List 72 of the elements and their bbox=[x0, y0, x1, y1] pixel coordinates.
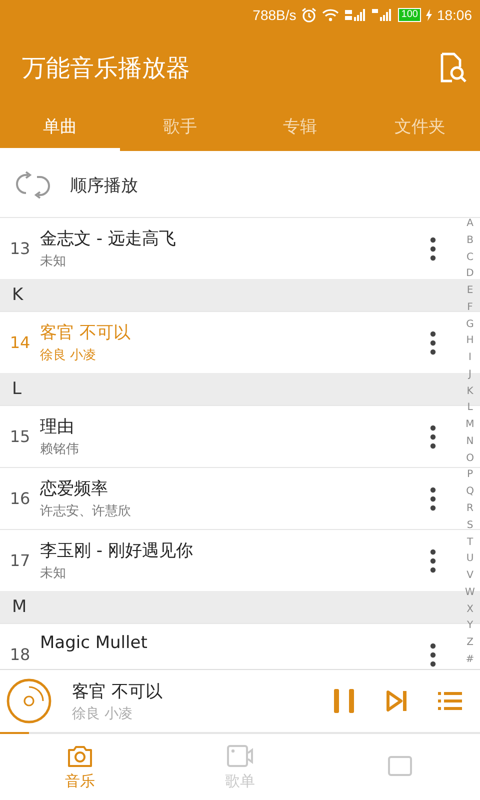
index-letter[interactable]: C bbox=[466, 250, 474, 265]
song-artist: 徐良 小凌 bbox=[40, 347, 98, 364]
clock: 18:06 bbox=[436, 7, 472, 23]
index-letter[interactable]: G bbox=[466, 318, 474, 332]
screen-icon bbox=[386, 755, 414, 779]
signal-icon bbox=[344, 8, 366, 22]
repeat-icon[interactable] bbox=[16, 171, 50, 199]
wifi-icon bbox=[322, 8, 340, 22]
more-icon[interactable] bbox=[430, 487, 436, 511]
index-letter[interactable]: Q bbox=[466, 485, 474, 500]
index-letter[interactable]: O bbox=[466, 452, 474, 466]
index-letter[interactable]: N bbox=[466, 434, 474, 449]
song-title: 恋爱频率 bbox=[40, 478, 109, 500]
more-icon[interactable] bbox=[430, 643, 436, 667]
song-artist: 未知 bbox=[40, 565, 67, 582]
section-letter: K bbox=[12, 285, 24, 305]
more-icon[interactable] bbox=[430, 331, 436, 355]
tab[interactable]: 歌手 bbox=[120, 105, 240, 151]
charging-icon bbox=[426, 9, 432, 21]
index-letter[interactable]: U bbox=[466, 552, 474, 566]
index-letter[interactable]: R bbox=[466, 502, 474, 516]
track-number: 16 bbox=[8, 488, 32, 508]
now-playing-artist: 徐良 小凌 bbox=[72, 704, 134, 722]
index-letter[interactable]: P bbox=[466, 468, 474, 482]
tab[interactable]: 专辑 bbox=[240, 105, 360, 151]
disc-icon bbox=[6, 678, 52, 724]
section-letter: L bbox=[12, 379, 22, 399]
alarm-icon bbox=[301, 7, 318, 23]
tab[interactable]: 单曲 bbox=[0, 105, 120, 151]
index-letter[interactable]: E bbox=[466, 284, 474, 298]
section-letter: M bbox=[12, 597, 27, 617]
song-artist: 未知 bbox=[40, 253, 67, 270]
playlist-icon[interactable] bbox=[438, 691, 462, 711]
song-title: 客官 不可以 bbox=[40, 322, 132, 344]
song-title: 李玉刚 - 刚好遇见你 bbox=[40, 540, 194, 562]
index-letter[interactable]: T bbox=[466, 536, 474, 550]
index-letter[interactable]: M bbox=[466, 418, 474, 432]
more-icon[interactable] bbox=[430, 425, 436, 449]
now-playing-title: 客官 不可以 bbox=[72, 680, 164, 702]
tab[interactable]: 文件夹 bbox=[360, 105, 480, 151]
battery-level: 100 bbox=[398, 8, 421, 22]
track-number: 13 bbox=[8, 238, 32, 258]
pause-icon[interactable] bbox=[332, 688, 356, 714]
signal-icon bbox=[371, 8, 394, 22]
play-mode-label[interactable]: 顺序播放 bbox=[70, 174, 138, 196]
index-letter[interactable]: J bbox=[468, 368, 472, 382]
track-number: 17 bbox=[8, 550, 32, 570]
index-letter[interactable]: H bbox=[466, 334, 474, 348]
next-icon[interactable] bbox=[386, 690, 408, 712]
index-letter[interactable]: B bbox=[466, 234, 474, 248]
index-letter[interactable]: V bbox=[466, 569, 474, 584]
song-title: Magic Mullet bbox=[40, 633, 148, 653]
more-icon[interactable] bbox=[430, 237, 436, 261]
index-letter[interactable]: X bbox=[466, 602, 474, 617]
song-artist: 许志安、许慧欣 bbox=[40, 503, 132, 520]
track-number: 14 bbox=[8, 332, 32, 352]
index-letter[interactable]: K bbox=[466, 384, 474, 399]
index-letter[interactable]: Z bbox=[466, 636, 474, 650]
video-camera-icon bbox=[226, 744, 254, 768]
track-number: 15 bbox=[8, 426, 32, 446]
more-icon[interactable] bbox=[430, 549, 436, 573]
network-speed: 788B/s bbox=[252, 7, 296, 23]
index-letter[interactable]: I bbox=[468, 351, 472, 366]
song-title: 理由 bbox=[40, 416, 75, 438]
index-letter[interactable]: # bbox=[466, 652, 474, 667]
index-letter[interactable]: A bbox=[466, 217, 474, 231]
camera-icon bbox=[66, 744, 94, 768]
index-letter[interactable]: D bbox=[466, 267, 474, 282]
app-title: 万能音乐播放器 bbox=[22, 52, 190, 84]
song-title: 金志文 - 远走高飞 bbox=[40, 228, 177, 250]
track-number: 18 bbox=[8, 644, 32, 664]
song-artist: 赖铭伟 bbox=[40, 441, 80, 458]
